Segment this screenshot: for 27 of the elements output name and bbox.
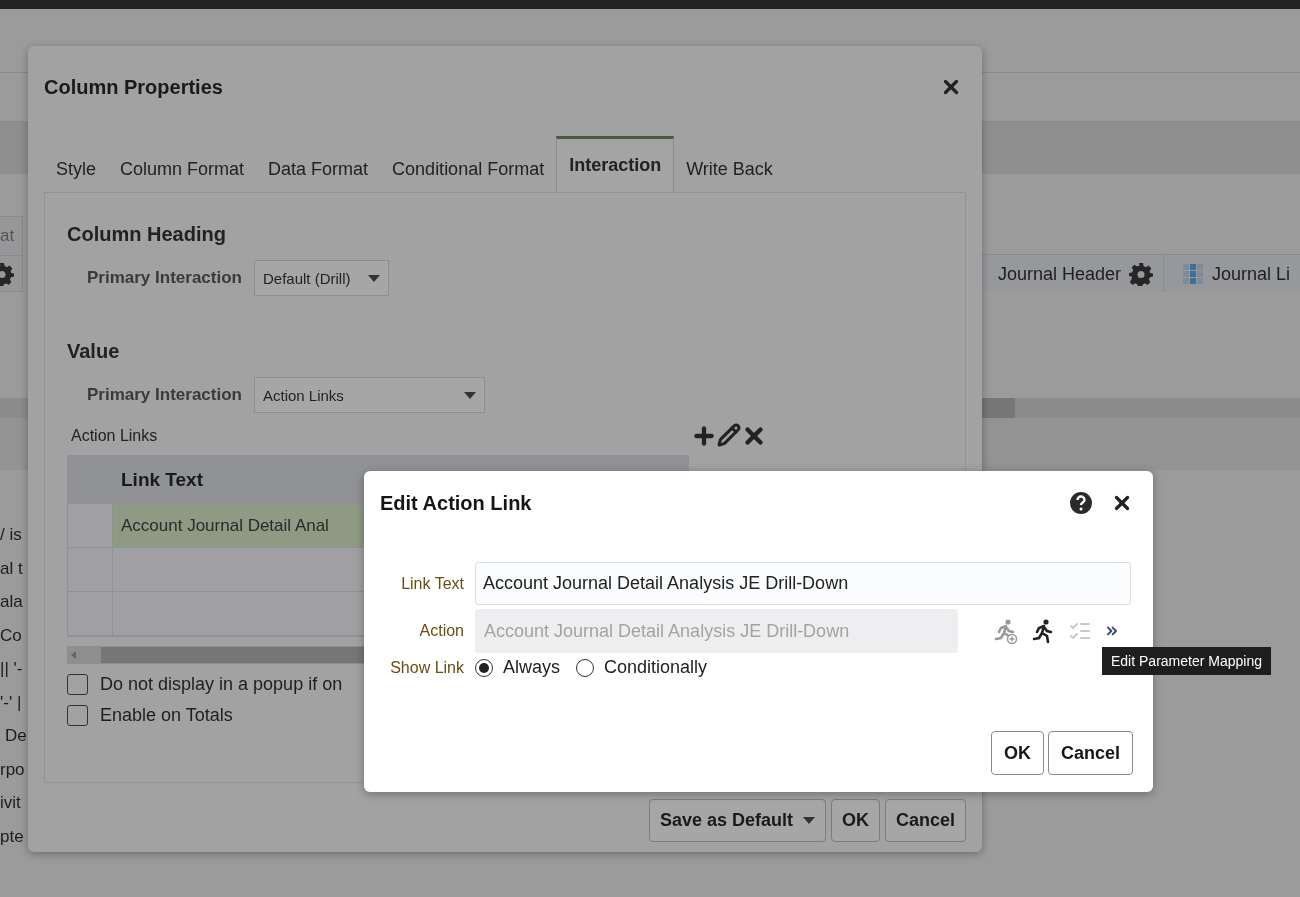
field-label: Primary Interaction bbox=[87, 385, 242, 405]
section-title: Column Heading bbox=[67, 223, 227, 246]
report-text: rpo bbox=[0, 758, 25, 781]
report-text: al t bbox=[0, 557, 23, 580]
report-text: ala bbox=[0, 591, 23, 613]
radio-label: Always bbox=[503, 657, 560, 678]
radio-label: Conditionally bbox=[604, 657, 708, 678]
report-text: Co bbox=[0, 624, 22, 647]
tooltip: Edit Parameter Mapping bbox=[1102, 647, 1271, 675]
tab-label: at bbox=[0, 217, 22, 256]
report-text: pte bbox=[0, 825, 24, 848]
table-label: Action Links bbox=[71, 427, 158, 445]
report-text: De bbox=[5, 725, 27, 747]
dialog-title: Column Properties bbox=[44, 75, 223, 99]
tab-label: Journal Header bbox=[997, 263, 1121, 285]
field-label: Action bbox=[418, 622, 464, 640]
checkbox-label: Do not display in a popup if on bbox=[100, 674, 343, 695]
section-title: Value bbox=[67, 340, 121, 363]
report-text: / is bbox=[0, 524, 22, 546]
checkbox-label: Enable on Totals bbox=[100, 705, 233, 726]
report-text: || '- bbox=[0, 658, 23, 680]
field-label: Primary Interaction bbox=[87, 268, 242, 288]
field-label: Show Link bbox=[389, 658, 464, 677]
tab-label: Journal Li bbox=[1211, 263, 1290, 285]
field-label: Link Text bbox=[400, 574, 464, 593]
report-text: '-' | bbox=[0, 691, 22, 714]
report-text: ivit bbox=[0, 792, 21, 814]
